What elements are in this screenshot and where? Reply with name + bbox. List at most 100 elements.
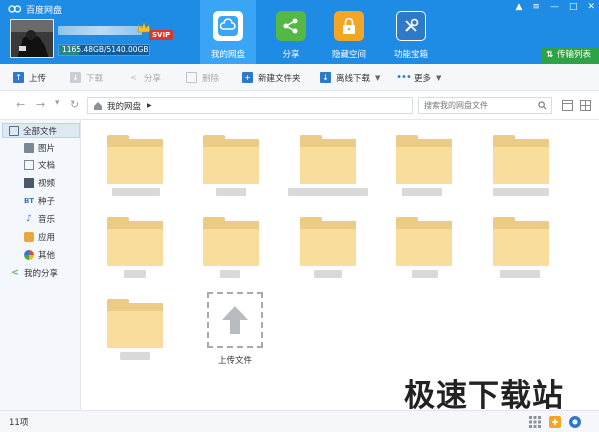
address-row: ← → ▾ ↻ 我的网盘 ▶ 搜索我的网盘文件: [0, 91, 599, 120]
folder-item[interactable]: [107, 217, 163, 267]
download-icon: ↓: [70, 72, 81, 83]
folder-name-redacted: [288, 188, 368, 196]
more-label: 更多: [414, 73, 432, 84]
tab-share[interactable]: 分享: [263, 0, 319, 64]
bt-icon: BT: [23, 196, 35, 205]
search-placeholder: 搜索我的网盘文件: [424, 101, 488, 110]
sidebar-item-all-files[interactable]: 全部文件: [2, 123, 80, 138]
upload-icon: ↑: [13, 72, 24, 83]
sidebar-item-videos[interactable]: 视频: [24, 175, 55, 190]
new-folder-label: 新建文件夹: [258, 73, 301, 84]
upload-label: 上传: [29, 73, 47, 84]
sidebar: 全部文件 图片 文档 视频 BT 种子 ♪ 音乐 应用 其他 < 我的分享: [0, 120, 81, 410]
share-icon: [276, 11, 306, 41]
new-folder-icon: +: [242, 72, 253, 83]
tab-my-disk[interactable]: 我的网盘: [200, 0, 256, 64]
quota-text: 1165.48GB/5140.00GB: [62, 45, 149, 54]
transfer-list-label: 传输列表: [557, 50, 592, 60]
breadcrumb[interactable]: 我的网盘 ▶: [87, 97, 413, 114]
offline-download-button[interactable]: ↓ 离线下载 ▼: [320, 64, 380, 91]
watermark: 极速下载站: [404, 378, 564, 414]
avatar-image: [11, 20, 53, 57]
sidebar-item-images[interactable]: 图片: [24, 140, 55, 155]
upload-file-tile[interactable]: [207, 292, 263, 348]
sidebar-item-label: 图片: [38, 143, 56, 154]
chevron-down-icon: ▼: [375, 73, 381, 82]
sidebar-item-label: 其他: [38, 250, 56, 261]
close-icon[interactable]: ✕: [587, 2, 595, 12]
document-icon: [24, 159, 34, 170]
search-input[interactable]: 搜索我的网盘文件: [418, 97, 552, 114]
back-arrow-icon[interactable]: ←: [16, 98, 25, 111]
sidebar-item-label: 文档: [38, 160, 56, 171]
notification-icon[interactable]: ▲: [515, 2, 522, 12]
trash-icon: [186, 72, 197, 83]
delete-button[interactable]: 删除: [186, 64, 219, 91]
image-icon: [24, 142, 34, 153]
app-icon: [24, 231, 34, 242]
folder-name-redacted: [112, 188, 160, 196]
window-controls: ▲ ≡ — □ ✕: [515, 2, 595, 12]
offline-download-icon: ↓: [320, 72, 331, 83]
grid-view-icon[interactable]: [580, 100, 591, 111]
maximize-icon[interactable]: □: [569, 2, 578, 12]
folder-item[interactable]: [203, 135, 259, 185]
top-header: 百度网盘 SVIP 1165.48GB/5140.00GB 我的网盘 分享 隐藏: [0, 0, 599, 64]
folder-item[interactable]: [107, 135, 163, 185]
folder-item[interactable]: [300, 135, 356, 185]
cloud-icon: [213, 11, 243, 41]
new-folder-button[interactable]: + 新建文件夹: [242, 64, 301, 91]
share-button[interactable]: < 分享: [128, 64, 161, 91]
refresh-icon[interactable]: ↻: [70, 98, 79, 111]
chevron-down-icon: ▼: [436, 73, 442, 82]
sidebar-item-label: 视频: [38, 178, 56, 189]
settings-icon[interactable]: [568, 415, 582, 429]
transfer-list-button[interactable]: ⇅ 传输列表: [541, 47, 599, 64]
username-redacted: [58, 26, 142, 35]
home-icon: [94, 101, 102, 110]
share-small-icon: <: [130, 73, 137, 82]
apps-grid-icon[interactable]: [528, 415, 542, 429]
more-button[interactable]: ••• 更多 ▼: [396, 64, 442, 91]
folder-name-redacted: [120, 352, 150, 360]
sidebar-item-documents[interactable]: 文档: [24, 157, 55, 172]
folder-item[interactable]: [107, 299, 163, 349]
menu-icon[interactable]: ≡: [532, 2, 540, 12]
upload-button[interactable]: ↑ 上传: [13, 64, 46, 91]
app-title: 百度网盘: [8, 2, 62, 16]
upload-arrow-icon: [222, 306, 248, 334]
add-icon[interactable]: [548, 415, 562, 429]
item-count: 11项: [9, 418, 29, 428]
folder-item[interactable]: [396, 217, 452, 267]
download-button[interactable]: ↓ 下载: [70, 64, 103, 91]
dropdown-arrow-icon[interactable]: ▾: [55, 98, 60, 108]
forward-arrow-icon[interactable]: →: [36, 98, 45, 111]
sidebar-item-label: 音乐: [38, 214, 56, 225]
breadcrumb-path: 我的网盘: [107, 101, 142, 112]
sidebar-item-apps[interactable]: 应用: [24, 229, 55, 244]
sidebar-item-music[interactable]: ♪ 音乐: [24, 211, 55, 226]
avatar[interactable]: [10, 19, 54, 58]
sidebar-item-label: 全部文件: [23, 126, 58, 137]
sidebar-item-my-shares[interactable]: < 我的分享: [10, 265, 58, 280]
tab-my-disk-label: 我的网盘: [210, 50, 245, 60]
svip-badge: SVIP: [149, 30, 174, 40]
folder-item[interactable]: [493, 217, 549, 267]
list-view-icon[interactable]: [562, 100, 573, 111]
folder-item[interactable]: [493, 135, 549, 185]
folder-name-redacted: [124, 270, 146, 278]
tab-toolbox[interactable]: 功能宝箱: [383, 0, 439, 64]
search-icon[interactable]: [538, 101, 547, 110]
minimize-icon[interactable]: —: [550, 2, 559, 12]
tab-hidden-space[interactable]: 隐藏空间: [321, 0, 377, 64]
folder-item[interactable]: [300, 217, 356, 267]
sidebar-item-torrents[interactable]: BT 种子: [24, 193, 55, 208]
folder-name-redacted: [412, 270, 438, 278]
other-icon: [24, 249, 34, 260]
tab-share-label: 分享: [282, 50, 300, 60]
transfer-icon: ⇅: [546, 50, 554, 60]
download-label: 下载: [86, 73, 104, 84]
folder-item[interactable]: [203, 217, 259, 267]
folder-item[interactable]: [396, 135, 452, 185]
sidebar-item-other[interactable]: 其他: [24, 247, 55, 262]
